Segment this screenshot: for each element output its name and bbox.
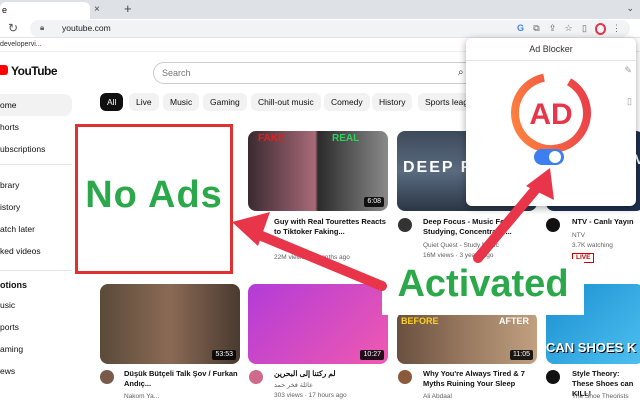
channel-avatar[interactable]	[250, 218, 264, 232]
chip-all[interactable]: All	[100, 93, 124, 111]
video-meta: 22M views · 3 months ago	[274, 254, 350, 261]
lock-icon[interactable]: 🔒︎	[40, 23, 44, 33]
browser-tab[interactable]: e	[0, 2, 90, 19]
video-thumbnail[interactable]: 10:27	[248, 284, 388, 364]
thumb-label: BEFORE	[401, 316, 439, 326]
no-ads-callout: No Ads	[75, 124, 233, 274]
ad-blocker-toggle[interactable]	[534, 149, 564, 165]
video-title[interactable]: Deep Focus - Music For Studying, Concent…	[423, 217, 535, 237]
browser-toolbar: ↻ 🔒︎ youtube.com G ⧉ ⇪ ☆ ▯ ⋮	[0, 19, 640, 38]
channel-avatar[interactable]	[546, 218, 560, 232]
thumb-label: FAKE	[258, 133, 285, 144]
video-meta: 303 views · 17 hours ago	[274, 392, 347, 399]
reload-icon[interactable]: ↻	[8, 20, 18, 36]
youtube-logo-text[interactable]: YouTube	[11, 64, 58, 78]
sidebar-item-gaming[interactable]: aming	[0, 338, 72, 360]
duration-badge: 10:27	[360, 350, 384, 360]
youtube-logo-icon[interactable]	[0, 65, 8, 75]
more-icon[interactable]: ▯	[627, 96, 632, 107]
thumb-label: CAN SHOES K	[546, 340, 637, 355]
chip-chill-out-music[interactable]: Chill-out music	[251, 93, 321, 111]
ad-blocker-extension-icon[interactable]	[595, 23, 606, 35]
install-icon[interactable]: ⧉	[531, 21, 542, 36]
thumb-label: DEEP F	[403, 159, 473, 176]
omnibox-icons: G ⧉ ⇪ ☆ ▯ ⋮	[515, 21, 622, 36]
sidebar-section-title: otions	[0, 280, 27, 290]
thumb-label: AFTER	[499, 316, 529, 326]
video-thumbnail[interactable]: BEFORE AFTER 11:05	[397, 312, 537, 364]
ad-blocker-popup: Ad Blocker ✎ ▯ AD	[466, 38, 636, 206]
video-title[interactable]: لم رکتنا إلى البحرين	[274, 369, 386, 379]
search-input[interactable]: Search	[153, 62, 473, 84]
sidebar-item-news[interactable]: ews	[0, 360, 72, 382]
tab-title: e	[2, 5, 8, 15]
chip-live[interactable]: Live	[129, 93, 159, 111]
ad-logo-icon: AD	[511, 73, 591, 153]
video-channel[interactable]: عائلة فخر حمد	[274, 381, 313, 390]
url-text[interactable]: youtube.com	[62, 20, 111, 37]
sidebar-item-music[interactable]: usic	[0, 294, 72, 316]
tab-close-icon[interactable]: ×	[94, 2, 100, 17]
video-channel[interactable]: NTV	[572, 231, 585, 240]
activated-callout: Activated	[382, 259, 584, 315]
bookmark-item[interactable]: developervi...	[0, 38, 42, 52]
video-channel[interactable]: Ali Abdaal	[423, 392, 452, 400]
sidebar-divider	[0, 270, 72, 271]
new-tab-button[interactable]: +	[124, 1, 132, 17]
video-channel[interactable]: Nakom Ya...	[124, 392, 159, 400]
bookmark-star-icon[interactable]: ☆	[563, 21, 574, 36]
tab-menu-icon[interactable]: ⌄	[626, 3, 634, 14]
sidebar-item-library[interactable]: brary	[0, 174, 72, 196]
duration-badge: 6:08	[364, 197, 384, 207]
video-title[interactable]: NTV - Canlı Yayın	[572, 217, 640, 227]
video-thumbnail[interactable]: 53:53	[100, 284, 240, 364]
channel-avatar[interactable]	[398, 370, 412, 384]
search-placeholder: Search	[162, 68, 191, 78]
ad-logo-text: AD	[529, 98, 572, 131]
duration-badge: 53:53	[212, 350, 236, 360]
thumb-label: REAL	[332, 133, 360, 144]
pin-icon[interactable]: ✎	[624, 65, 632, 76]
channel-avatar[interactable]	[249, 370, 263, 384]
toggle-knob	[549, 151, 561, 163]
duration-badge: 11:05	[510, 350, 533, 360]
video-title[interactable]: Why You're Always Tired & 7 Myths Ruinin…	[423, 369, 541, 389]
channel-avatar[interactable]	[546, 370, 560, 384]
activated-text: Activated	[397, 263, 569, 305]
video-meta: 3.7K watching	[572, 242, 613, 249]
popup-divider	[466, 60, 636, 61]
sidebar-item-watch-later[interactable]: atch later	[0, 218, 72, 240]
video-channel[interactable]: The Shoe Theorists	[572, 392, 629, 400]
channel-avatar[interactable]	[100, 370, 114, 384]
browser-tab-bar: e × + ⌄	[0, 0, 640, 19]
share-icon[interactable]: ⇪	[547, 21, 558, 36]
chip-gaming[interactable]: Gaming	[203, 93, 247, 111]
video-channel[interactable]: Quiet Quest - Study Music	[423, 241, 499, 250]
sidepanel-icon[interactable]: ▯	[579, 21, 590, 36]
address-bar[interactable]: 🔒︎ youtube.com G ⧉ ⇪ ☆ ▯ ⋮	[30, 20, 630, 37]
sidebar-item-home[interactable]: ome	[0, 94, 72, 116]
youtube-sidebar: ome horts ubscriptions brary istory atch…	[0, 92, 74, 400]
sidebar-item-history[interactable]: istory	[0, 196, 72, 218]
sidebar-item-subscriptions[interactable]: ubscriptions	[0, 138, 72, 160]
popup-title: Ad Blocker	[529, 44, 573, 54]
sidebar-item-liked-videos[interactable]: ked videos	[0, 240, 72, 262]
video-title[interactable]: Guy with Real Tourettes Reacts to Tiktok…	[274, 217, 386, 237]
video-title[interactable]: Düşük Bütçeli Talk Şov / Furkan Andıç...	[124, 369, 239, 389]
chip-music[interactable]: Music	[163, 93, 200, 111]
chip-comedy[interactable]: Comedy	[324, 93, 370, 111]
sidebar-divider	[0, 164, 72, 165]
no-ads-text: No Ads	[85, 174, 223, 216]
chip-history[interactable]: History	[372, 93, 413, 111]
sidebar-item-shorts[interactable]: horts	[0, 116, 72, 138]
screenshot: e × + ⌄ ↻ 🔒︎ youtube.com G ⧉ ⇪ ☆ ▯ ⋮ dev…	[0, 0, 640, 400]
sidebar-item-sports[interactable]: ports	[0, 316, 72, 338]
video-thumbnail[interactable]: FAKE REAL 6:08	[248, 131, 388, 211]
google-icon[interactable]: G	[515, 21, 526, 36]
extensions-icon[interactable]: ⋮	[611, 21, 622, 36]
channel-avatar[interactable]	[398, 218, 412, 232]
